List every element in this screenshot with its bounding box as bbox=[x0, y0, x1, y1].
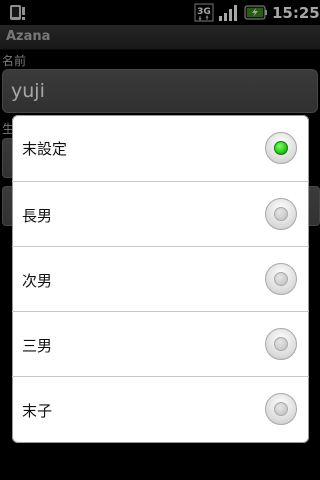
option-row[interactable]: 次男 bbox=[12, 247, 309, 312]
option-label: 末子 bbox=[22, 402, 53, 420]
choice-dialog: 末設定 長男 次男 三男 末子 bbox=[12, 115, 309, 443]
option-row[interactable]: 長男 bbox=[12, 182, 309, 247]
option-label: 長男 bbox=[22, 207, 53, 225]
option-row[interactable]: 末設定 bbox=[12, 115, 309, 180]
radio-dot-icon bbox=[274, 337, 288, 351]
radio-button[interactable] bbox=[265, 393, 297, 425]
radio-dot-icon bbox=[274, 272, 288, 286]
radio-button[interactable] bbox=[265, 263, 297, 295]
radio-button[interactable] bbox=[265, 198, 297, 230]
radio-dot-icon bbox=[274, 207, 288, 221]
option-row[interactable]: 三男 bbox=[12, 312, 309, 377]
option-label: 末設定 bbox=[22, 140, 68, 158]
radio-dot-icon bbox=[274, 402, 288, 416]
radio-dot-icon bbox=[274, 141, 288, 155]
option-label: 次男 bbox=[22, 272, 53, 290]
radio-button-checked[interactable] bbox=[265, 132, 297, 164]
radio-button[interactable] bbox=[265, 328, 297, 360]
option-label: 三男 bbox=[22, 337, 53, 355]
option-row[interactable]: 末子 bbox=[12, 377, 309, 442]
